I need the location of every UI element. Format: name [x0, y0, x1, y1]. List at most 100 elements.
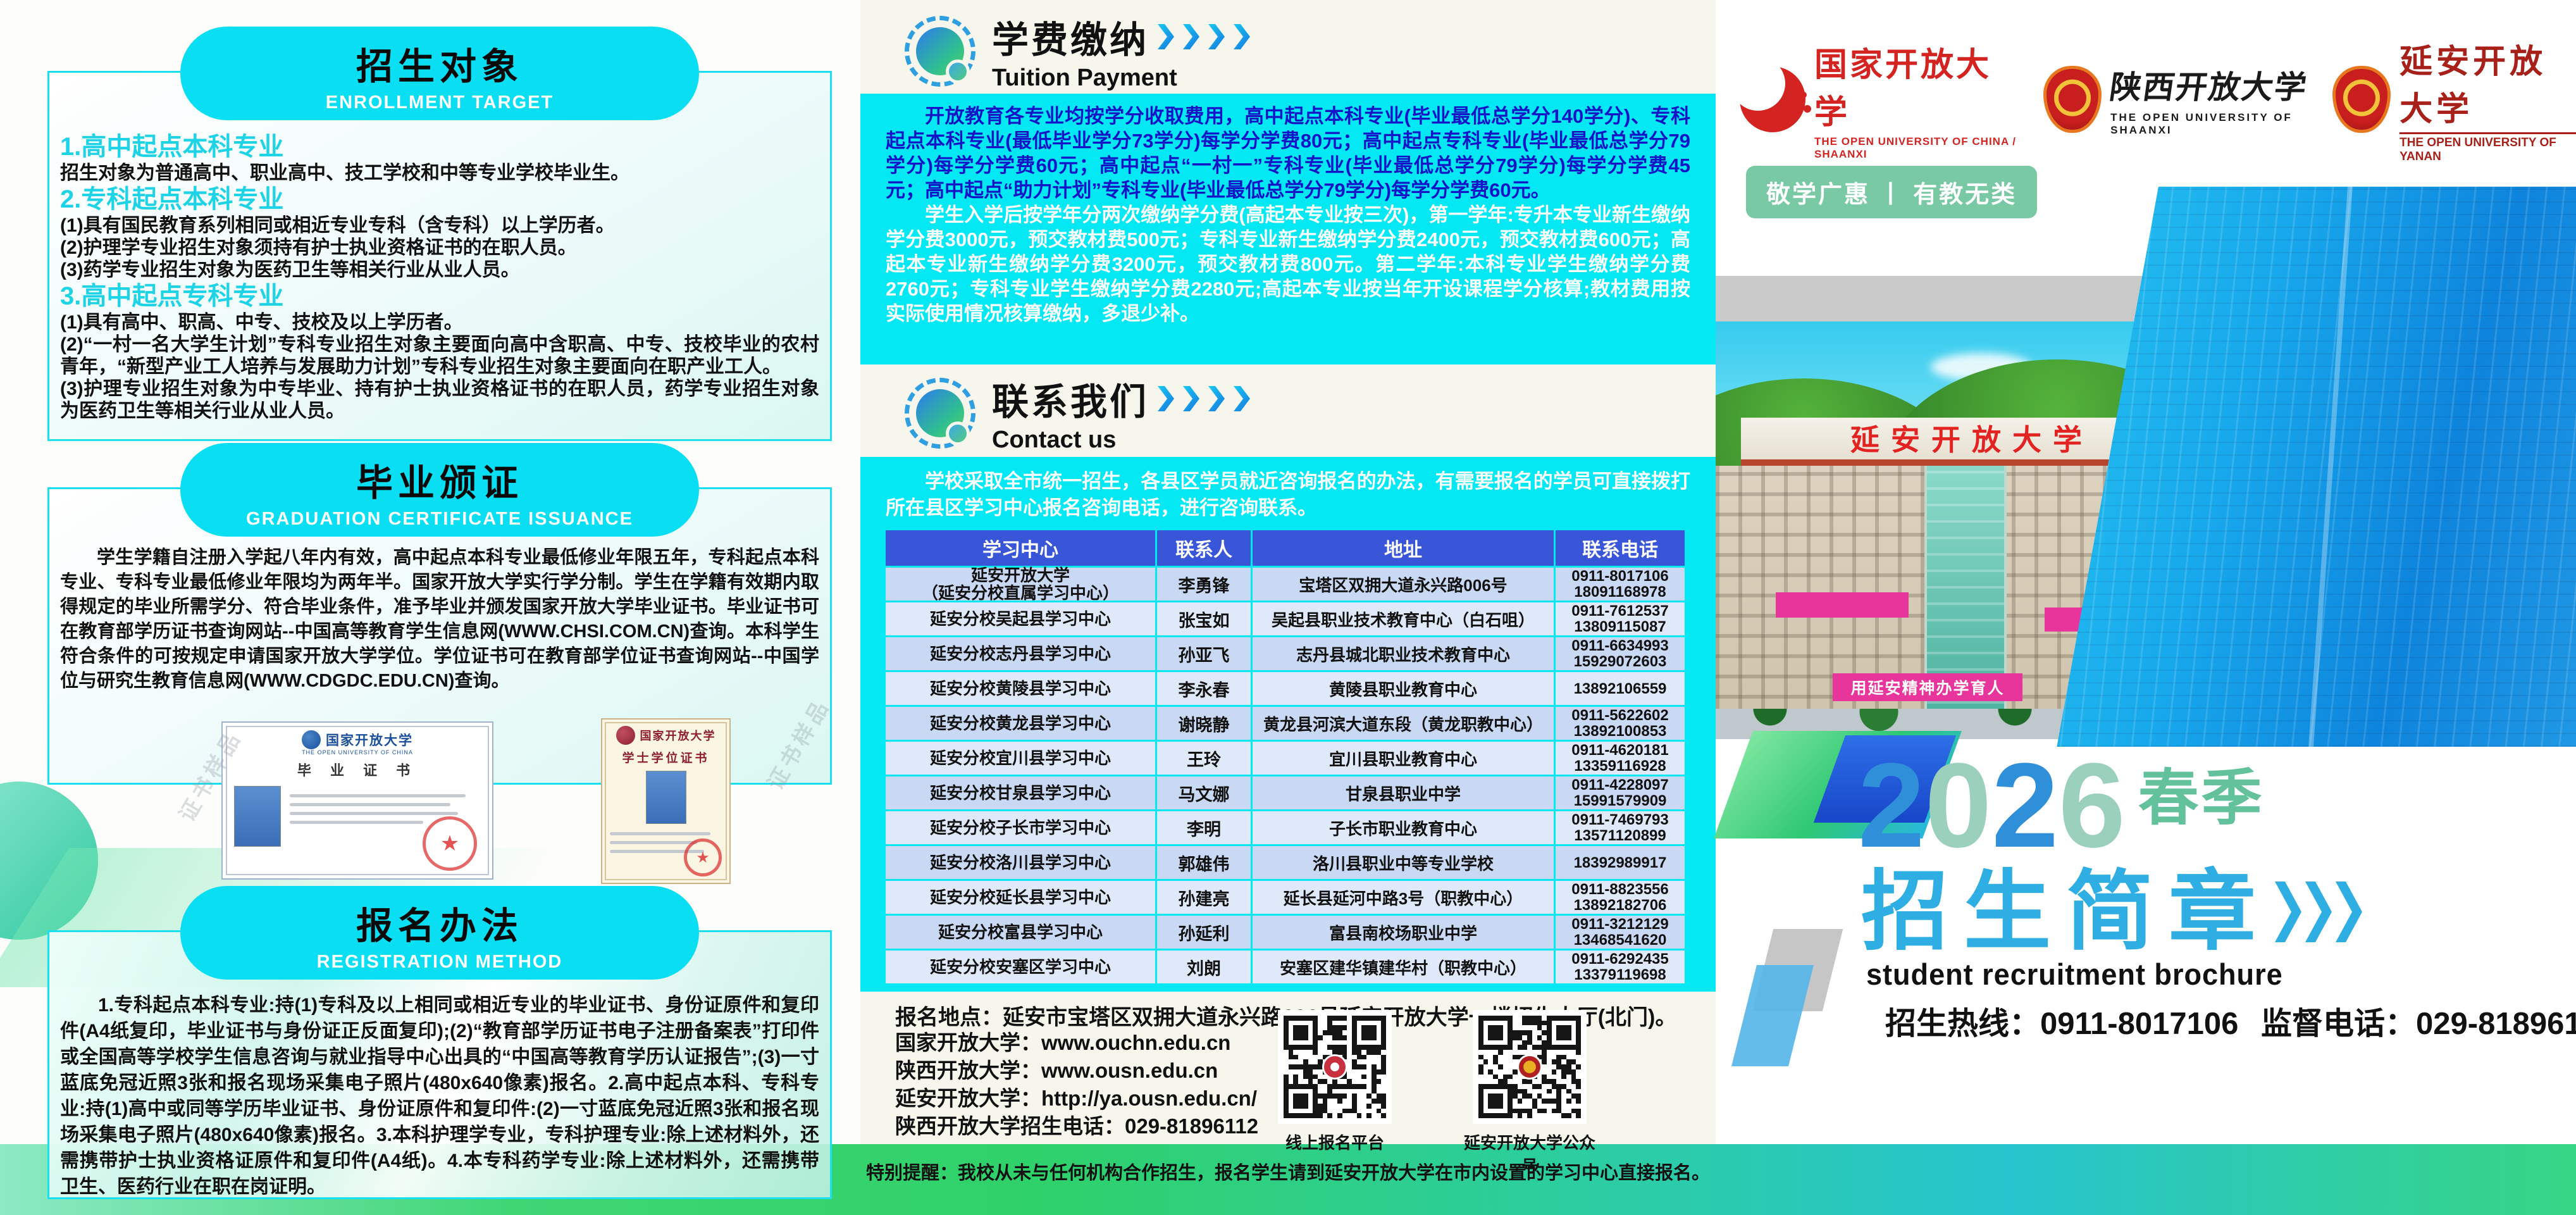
- qr-module: [1498, 1055, 1503, 1060]
- table-cell-center-name: 延安分校宜川县学习中心: [886, 742, 1155, 775]
- qr-module: [1552, 1084, 1557, 1089]
- qr-module: [1518, 1025, 1523, 1030]
- qr-module: [1522, 1021, 1527, 1026]
- qr-module: [1552, 1021, 1557, 1026]
- qr-module: [1547, 1059, 1552, 1064]
- qr-module: [1532, 1104, 1537, 1109]
- qr-module: [1289, 1030, 1294, 1035]
- qr-module: [1352, 1089, 1357, 1094]
- enrollment-paragraph: (3)药学专业招生对象为医药卫生等相关行业从业人员。: [60, 259, 819, 281]
- table-cell-address: 宝塔区双拥大道永兴路006号: [1253, 568, 1554, 601]
- enrollment-paragraph: (2)护理学专业招生对象须持有护士执业资格证书的在职人员。: [60, 237, 819, 259]
- qr-module: [1513, 1016, 1518, 1021]
- qr-module: [1337, 1050, 1342, 1055]
- website-lines: 国家开放大学：www.ouchn.edu.cn陕西开放大学：www.ousn.e…: [895, 1029, 1300, 1140]
- qr-module: [1503, 1099, 1508, 1104]
- qr-module: [1493, 1030, 1498, 1035]
- qr-module: [1537, 1104, 1542, 1109]
- qr-module: [1298, 1099, 1303, 1104]
- qr-module: [1493, 1050, 1498, 1055]
- qr-module: [1372, 1050, 1377, 1055]
- chevron-icon: [1208, 386, 1225, 411]
- qr-module: [1576, 1025, 1581, 1030]
- qr-module: [1332, 1099, 1337, 1104]
- qr-module: [1483, 1109, 1489, 1114]
- qr-module: [1503, 1040, 1508, 1045]
- enrollment-paragraph: (1)具有高中、职高、中专、技校及以上学历者。: [60, 311, 819, 333]
- qr-module: [1571, 1030, 1576, 1035]
- qr-module: [1327, 1089, 1332, 1094]
- qr-module: [1542, 1055, 1547, 1060]
- qr-module: [1498, 1064, 1503, 1069]
- qr-module: [1503, 1050, 1508, 1055]
- qr-module: [1323, 1109, 1328, 1114]
- qr-module: [1513, 1025, 1518, 1030]
- logo-open-university-china: 国家开放大学 THE OPEN UNIVERSITY OF CHINA / SH…: [1740, 38, 2022, 161]
- qr-module: [1298, 1109, 1303, 1114]
- qr-module: [1532, 1045, 1537, 1050]
- qr-module: [1478, 1079, 1483, 1084]
- qr-module: [1352, 1040, 1357, 1045]
- qr-module: [1284, 1099, 1289, 1104]
- qr-module: [1503, 1069, 1508, 1075]
- certificate-org: 国家开放大学: [640, 727, 716, 744]
- section-title-cn: 招生对象: [180, 37, 699, 90]
- qr-module: [1303, 1094, 1308, 1099]
- qr-module: [1571, 1035, 1576, 1040]
- qr-module: [1284, 1059, 1289, 1064]
- qr-module: [1381, 1025, 1386, 1030]
- qr-module: [1527, 1094, 1532, 1099]
- qr-module: [1537, 1089, 1542, 1094]
- qr-module: [1337, 1104, 1342, 1109]
- table-cell-address: 富县南校场职业中学: [1253, 916, 1554, 949]
- qr-module: [1556, 1094, 1561, 1099]
- contact-intro: 学校采取全市统一招生，各县区学员就近咨询报名的办法，有需要报名的学员可直接拨打所…: [886, 468, 1690, 521]
- qr-module: [1513, 1050, 1518, 1055]
- qr-module: [1522, 1030, 1527, 1035]
- qr-module: [1357, 1113, 1362, 1118]
- qr-module: [1556, 1084, 1561, 1089]
- qr-module: [1576, 1021, 1581, 1026]
- qr-module: [1571, 1113, 1576, 1118]
- qr-module: [1366, 1075, 1372, 1080]
- qr-module: [1284, 1045, 1289, 1050]
- qr-module: [1552, 1094, 1557, 1099]
- qr-module: [1576, 1075, 1581, 1080]
- qr-module: [1508, 1045, 1513, 1050]
- qr-module: [1293, 1069, 1298, 1075]
- qr-module: [1561, 1064, 1566, 1069]
- qr-module: [1556, 1079, 1561, 1084]
- qr-module: [1508, 1030, 1513, 1035]
- qr-module: [1532, 1040, 1537, 1045]
- table-cell-phones: 0911-562260213892100853: [1556, 707, 1685, 740]
- qr-module: [1566, 1021, 1571, 1026]
- qr-module: [1313, 1094, 1318, 1099]
- qr-module: [1289, 1050, 1294, 1055]
- qr-module: [1542, 1084, 1547, 1089]
- qr-module: [1347, 1064, 1352, 1069]
- qr-module: [1308, 1030, 1313, 1035]
- qr-module: [1527, 1030, 1532, 1035]
- qr-module: [1556, 1064, 1561, 1069]
- qr-module: [1561, 1050, 1566, 1055]
- admission-hotline: 招生热线：0911-8017106: [1885, 999, 2238, 1044]
- qr-module: [1352, 1035, 1357, 1040]
- qr-module: [1556, 1050, 1561, 1055]
- qr-module: [1498, 1084, 1503, 1089]
- qr-module: [1498, 1099, 1503, 1104]
- qr-module: [1372, 1079, 1377, 1084]
- main-title-text: 招生简章: [1861, 868, 2271, 956]
- qr-module: [1537, 1045, 1542, 1050]
- table-cell-phones: 0911-422809715991579909: [1556, 776, 1685, 809]
- qr-module: [1361, 1104, 1366, 1109]
- qr-module: [1547, 1104, 1552, 1109]
- table-cell-address: 吴起县职业技术教育中心（白石咀）: [1253, 602, 1554, 635]
- tuition-header: 学费缴纳 Tuition Payment: [905, 10, 1250, 92]
- qr-module: [1332, 1035, 1337, 1040]
- qr-module: [1522, 1084, 1527, 1089]
- qr-module: [1483, 1016, 1489, 1021]
- qr-module: [1483, 1104, 1489, 1109]
- qr-module: [1313, 1079, 1318, 1084]
- qr-module: [1298, 1113, 1303, 1118]
- qr-module: [1493, 1025, 1498, 1030]
